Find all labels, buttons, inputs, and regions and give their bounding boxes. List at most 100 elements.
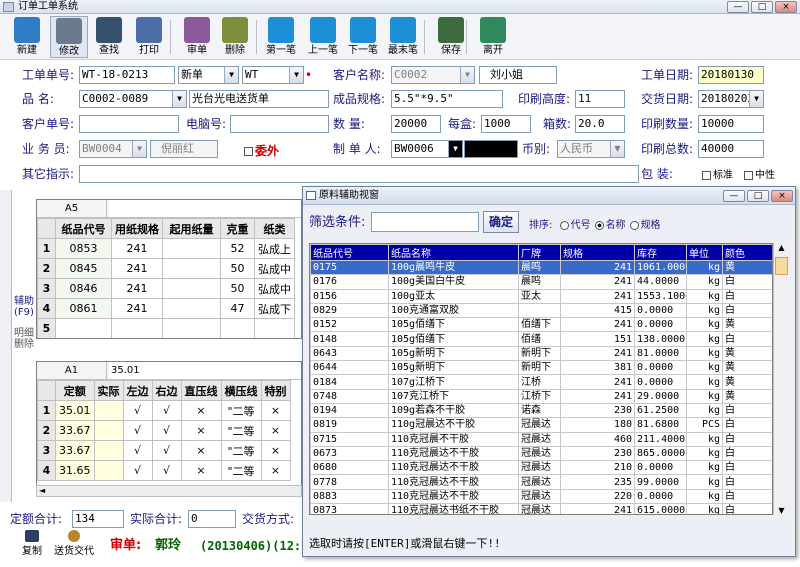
- print-height-field[interactable]: 11: [575, 90, 625, 108]
- cell-sp[interactable]: ×: [260, 460, 291, 481]
- cell-spec[interactable]: 241: [111, 278, 163, 299]
- cell-actual[interactable]: [93, 460, 124, 481]
- table-row[interactable]: 0680 110克冠晨达不干胶 冠晨达 210 0.0000 kg 白: [310, 460, 772, 476]
- table-row[interactable]: 0715 110克冠晨不干胶 冠晨达 460 211.4000 kg 白: [310, 431, 772, 447]
- other-field[interactable]: [79, 165, 639, 183]
- delivery-doc-button[interactable]: 送货交代: [52, 530, 96, 557]
- detail-delete-tab[interactable]: 明细删除: [12, 328, 36, 350]
- paper-grid-formula[interactable]: [109, 200, 301, 217]
- order-date-field[interactable]: 20180130: [698, 66, 764, 84]
- cell-quota[interactable]: 33.67: [55, 420, 95, 441]
- cell-kind[interactable]: 弘成下: [254, 298, 295, 319]
- table-row[interactable]: 0152 105g佰缮下 佰缮下 241 0.0000 kg 黄: [310, 317, 772, 333]
- cell-qty[interactable]: [162, 318, 221, 338]
- quota-grid-formula[interactable]: 35.01: [109, 362, 301, 379]
- sort-option[interactable]: 名称: [591, 220, 626, 231]
- assist-tab[interactable]: 辅助 (F9): [12, 296, 36, 318]
- pack-standard-checkbox[interactable]: 标准: [702, 167, 733, 185]
- cell-qty[interactable]: [162, 238, 221, 259]
- cell-code[interactable]: [55, 318, 112, 338]
- print-qty-field[interactable]: 10000: [698, 115, 764, 133]
- cell-gsm[interactable]: 50: [220, 278, 255, 299]
- customer-code-field[interactable]: C0002 ▼: [391, 66, 475, 84]
- currency-select[interactable]: 人民币 ▼: [557, 140, 625, 158]
- toolbar-new-button[interactable]: 新建: [8, 16, 46, 58]
- cell-code[interactable]: 0845: [55, 258, 112, 279]
- cell-hline[interactable]: "二等: [220, 440, 262, 461]
- product-name-field[interactable]: 光台光电送货单: [189, 90, 329, 108]
- sort-option[interactable]: 代号: [556, 220, 591, 231]
- cell-line[interactable]: ×: [180, 460, 222, 481]
- cell-kind[interactable]: [254, 318, 295, 338]
- minimize-button[interactable]: —: [727, 1, 749, 13]
- cell-code[interactable]: 0846: [55, 278, 112, 299]
- product-code-field[interactable]: C0002-0089 ▼: [79, 90, 187, 108]
- cell-qty[interactable]: [162, 278, 221, 299]
- table-row[interactable]: 0643 105g新明下 新明下 241 81.0000 kg 黄: [310, 345, 772, 362]
- order-no-field[interactable]: WT-18-0213: [79, 66, 175, 84]
- confirm-button[interactable]: 确定: [483, 211, 519, 233]
- order-type-select[interactable]: 新单 ▼: [178, 66, 239, 84]
- toolbar-next-record-button[interactable]: 下一笔: [344, 16, 382, 58]
- table-row[interactable]: 0184 107g江桥下 江桥 241 0.0000 kg 黄: [310, 374, 772, 390]
- cell-kind[interactable]: 弘成中: [254, 258, 295, 279]
- table-row[interactable]: 0194 109g若森不干胶 诺森 230 61.2500 kg 白: [310, 402, 772, 419]
- cell-spec[interactable]: 241: [111, 258, 163, 279]
- cell-sp[interactable]: ×: [260, 440, 291, 461]
- maker-code-field[interactable]: BW0006 ▼: [391, 140, 463, 158]
- cell-quota[interactable]: 33.67: [55, 440, 95, 461]
- toolbar-exit-button[interactable]: 离开: [474, 16, 512, 58]
- quantity-field[interactable]: 20000: [391, 115, 441, 133]
- table-row[interactable]: 0148 105g佰缮下 佰缮 151 138.0000 kg 白: [310, 331, 772, 347]
- cell-code[interactable]: 0861: [55, 298, 112, 319]
- cell-kind[interactable]: 弘成上: [254, 238, 295, 259]
- actual-total-field[interactable]: 0: [188, 510, 236, 528]
- cell-sp[interactable]: ×: [260, 420, 291, 441]
- vertical-scrollbar[interactable]: ▲ ▼: [773, 243, 789, 515]
- maker-name-field[interactable]: [464, 140, 518, 158]
- customer-name-field[interactable]: 刘小姐: [479, 66, 557, 84]
- toolbar-edit-button[interactable]: 修改: [50, 16, 88, 58]
- table-row[interactable]: 0819 110g冠晨达不干胶 冠晨达 180 81.6800 PCS 白: [310, 417, 772, 433]
- cell-sp[interactable]: ×: [260, 400, 291, 421]
- cell-hline[interactable]: "二等: [220, 420, 262, 441]
- toolbar-binoculars-button[interactable]: 查找: [90, 16, 128, 58]
- cell-line[interactable]: ×: [180, 400, 222, 421]
- cell-left[interactable]: √: [122, 440, 153, 461]
- cell-right[interactable]: √: [151, 400, 182, 421]
- toolbar-last-record-button[interactable]: 最末笔: [384, 16, 422, 58]
- toolbar-approve-button[interactable]: 审单: [178, 16, 216, 58]
- cell-left[interactable]: √: [122, 400, 153, 421]
- table-row[interactable]: 0644 105g新明下 新明下 381 0.0000 kg 黄: [310, 360, 772, 376]
- cell-kind[interactable]: 弘成中: [254, 278, 295, 299]
- cell-gsm[interactable]: 50: [220, 258, 255, 279]
- cell-left[interactable]: √: [122, 460, 153, 481]
- customer-order-field[interactable]: [79, 115, 179, 133]
- toolbar-print-button[interactable]: 打印: [130, 16, 168, 58]
- boxes-field[interactable]: 20.0: [575, 115, 625, 133]
- table-row[interactable]: 0176 100g美国白牛皮 晨鸣 241 44.0000 kg 白: [310, 274, 772, 290]
- sort-option[interactable]: 规格: [626, 220, 661, 231]
- cell-spec[interactable]: 241: [111, 298, 163, 319]
- cell-right[interactable]: √: [151, 440, 182, 461]
- toolbar-prev-record-button[interactable]: 上一笔: [304, 16, 342, 58]
- maximize-button[interactable]: □: [751, 1, 773, 13]
- cell-gsm[interactable]: 52: [220, 238, 255, 259]
- filter-input[interactable]: [371, 212, 479, 232]
- cell-line[interactable]: ×: [180, 440, 222, 461]
- table-row[interactable]: 0778 110克冠晨达不干胶 冠晨达 235 99.0000 kg 白: [310, 474, 772, 490]
- sales-code-field[interactable]: BW0004 ▼: [79, 140, 147, 158]
- cell-quota[interactable]: 31.65: [55, 460, 95, 481]
- cell-spec[interactable]: 241: [111, 238, 163, 259]
- toolbar-save-button[interactable]: 保存: [432, 16, 470, 58]
- cell-right[interactable]: √: [151, 460, 182, 481]
- cell-line[interactable]: ×: [180, 420, 222, 441]
- popup-minimize-button[interactable]: —: [723, 190, 745, 202]
- cell-gsm[interactable]: [220, 318, 255, 338]
- table-row[interactable]: 0873 110克冠晨达书纸不干胶 冠晨达 241 615.0000 kg 白: [310, 503, 772, 514]
- cell-gsm[interactable]: 47: [220, 298, 255, 319]
- table-row[interactable]: 0829 100克通富双胶 415 0.0000 kg 白: [310, 302, 772, 319]
- horizontal-scrollbar[interactable]: ◄: [36, 485, 302, 497]
- table-row[interactable]: 0673 110克冠晨达不干胶 冠晨达 230 865.0000 kg 白: [310, 445, 772, 462]
- sales-name-field[interactable]: 倪丽红: [150, 140, 218, 158]
